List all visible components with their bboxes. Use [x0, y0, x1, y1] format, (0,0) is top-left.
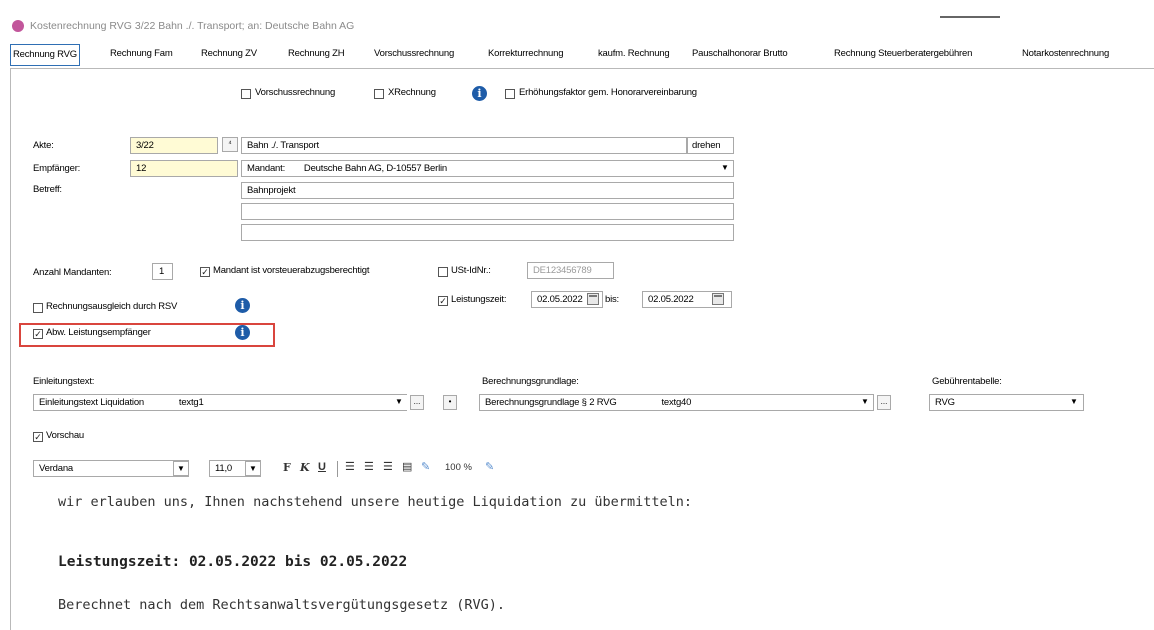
xrechnung-label: XRechnung [388, 87, 436, 98]
empfaenger-input[interactable]: 12 [130, 160, 238, 177]
empfaenger-role: Mandant: [247, 163, 286, 174]
betreff-line-2[interactable] [241, 203, 734, 220]
calendar-to-icon[interactable] [712, 293, 724, 305]
eyedropper-icon[interactable]: ✎ [485, 460, 494, 473]
erhoehungsfaktor-label: Erhöhungsfaktor gem. Honorarvereinbarung [519, 87, 697, 98]
vorschussrechnung-label: Vorschussrechnung [255, 87, 336, 98]
akte-name-field: Bahn ./. Transport [241, 137, 687, 154]
app-icon [12, 20, 24, 32]
berechnungsgrundlage-label: Berechnungsgrundlage: [482, 376, 579, 387]
betreff-label: Betreff: [33, 184, 62, 195]
vorsteuer-label: Mandant ist vorsteuerabzugsberechtigt [213, 265, 370, 276]
tab-bar: Rechnung RVG Rechnung Fam Rechnung ZV Re… [10, 44, 1154, 66]
leistungszeit-label: Leistungszeit: [451, 294, 507, 305]
rsv-checkbox[interactable] [33, 303, 43, 313]
highlight-pen-icon[interactable]: ✎ [421, 460, 430, 473]
ustid-input[interactable]: DE123456789 [527, 262, 614, 279]
anzahl-mandanten-input[interactable]: 1 [152, 263, 173, 280]
rsv-label: Rechnungsausgleich durch RSV [46, 301, 178, 312]
xrechnung-checkbox[interactable] [374, 89, 384, 99]
einleitungstext-code: textg1 [178, 397, 204, 408]
akte-label: Akte: [33, 140, 54, 151]
align-justify-icon[interactable]: ▤ [402, 460, 412, 473]
align-center-icon[interactable]: ☰ [364, 460, 374, 473]
tab-rechnung-rvg[interactable]: Rechnung RVG [10, 44, 80, 66]
chevron-down-icon[interactable]: ▼ [717, 161, 733, 176]
size-chevron-down-icon[interactable]: ▼ [245, 461, 261, 476]
tab-notarkostenrechnung[interactable]: Notarkostenrechnung [1020, 44, 1111, 64]
akte-lookup-button[interactable]: ⁴ [222, 137, 238, 152]
align-left-icon[interactable]: ☰ [345, 460, 355, 473]
bold-button[interactable]: F [283, 461, 291, 474]
panel-border-top [10, 68, 1154, 69]
zoom-value[interactable]: 100 % [445, 462, 472, 473]
berechnungsgrundlage-more-button[interactable]: ... [877, 395, 891, 410]
empfaenger-select[interactable]: Mandant: Deutsche Bahn AG, D-10557 Berli… [241, 160, 734, 177]
leistungszeit-checkbox[interactable]: ✓ [438, 296, 448, 306]
vorschussrechnung-checkbox[interactable] [241, 89, 251, 99]
drehen-button[interactable]: drehen [687, 137, 734, 154]
berechnungsgrundlage-chevron-down-icon[interactable]: ▼ [857, 395, 873, 410]
vorschau-checkbox[interactable]: ✓ [33, 432, 43, 442]
einleitungstext-select[interactable]: Einleitungstext Liquidation textg1 [33, 394, 407, 411]
editor-toolbar: Verdana ▼ 11,0 ▼ F K U ☰ ☰ ☰ ▤ ✎ 100 % ✎ [33, 458, 1154, 482]
empfaenger-address: Deutsche Bahn AG, D-10557 Berlin [303, 163, 447, 174]
betreff-line-3[interactable] [241, 224, 734, 241]
gebuehrentabelle-label: Gebührentabelle: [932, 376, 1002, 387]
editor-line-rvg: Berechnet nach dem Rechtsanwaltsvergütun… [58, 597, 506, 613]
toolbar-separator [337, 461, 338, 477]
akte-input[interactable]: 3/22 [130, 137, 218, 154]
xrechnung-info-icon[interactable]: i [472, 86, 487, 101]
berechnungsgrundlage-select[interactable]: Berechnungsgrundlage § 2 RVG textg40 [479, 394, 874, 411]
einleitungstext-new-button[interactable]: • [443, 395, 457, 410]
einleitungstext-chevron-down-icon[interactable]: ▼ [391, 395, 407, 410]
gebuehrentabelle-chevron-down-icon[interactable]: ▼ [1066, 395, 1082, 410]
tab-rechnung-fam[interactable]: Rechnung Fam [108, 44, 175, 64]
erhoehungsfaktor-checkbox[interactable] [505, 89, 515, 99]
tab-vorschussrechnung[interactable]: Vorschussrechnung [372, 44, 456, 64]
empfaenger-label: Empfänger: [33, 163, 81, 174]
berechnungsgrundlage-code: textg40 [661, 397, 692, 408]
tab-pauschalhonorar-brutto[interactable]: Pauschalhonorar Brutto [690, 44, 789, 64]
calendar-from-icon[interactable] [587, 293, 599, 305]
einleitungstext-value: Einleitungstext Liquidation [39, 397, 144, 408]
editor-line-leistungszeit: Leistungszeit: 02.05.2022 bis 02.05.2022 [58, 554, 408, 570]
leistungszeit-bis-label: bis: [605, 294, 619, 305]
editor-line-intro: wir erlauben uns, Ihnen nachstehend unse… [58, 494, 692, 510]
title-bar-accent [940, 16, 1000, 18]
vorschau-label: Vorschau [46, 430, 85, 441]
einleitungstext-label: Einleitungstext: [33, 376, 95, 387]
abw-leistungsempfaenger-checkbox[interactable]: ✓ [33, 329, 43, 339]
underline-button[interactable]: U [318, 461, 326, 473]
betreff-line-1[interactable]: Bahnprojekt [241, 182, 734, 199]
panel-border-left [10, 68, 11, 630]
title-bar: Kostenrechnung RVG 3/22 Bahn ./. Transpo… [0, 0, 1154, 36]
gebuehrentabelle-select[interactable]: RVG [929, 394, 1084, 411]
tab-korrekturrechnung[interactable]: Korrekturrechnung [486, 44, 565, 64]
berechnungsgrundlage-value: Berechnungsgrundlage § 2 RVG [485, 397, 617, 408]
einleitungstext-more-button[interactable]: ... [410, 395, 424, 410]
tab-kaufm-rechnung[interactable]: kaufm. Rechnung [596, 44, 671, 64]
tab-rechnung-zv[interactable]: Rechnung ZV [199, 44, 259, 64]
anzahl-mandanten-label: Anzahl Mandanten: [33, 267, 112, 278]
rsv-info-icon[interactable]: i [235, 298, 250, 313]
tab-rechnung-steuerberatergebuehren[interactable]: Rechnung Steuerberatergebühren [832, 44, 974, 64]
abw-leistungsempfaenger-info-icon[interactable]: i [235, 325, 250, 340]
font-family-select[interactable]: Verdana [33, 460, 189, 477]
ustid-checkbox[interactable] [438, 267, 448, 277]
italic-button[interactable]: K [300, 461, 310, 474]
abw-leistungsempfaenger-label: Abw. Leistungsempfänger [46, 327, 151, 338]
align-right-icon[interactable]: ☰ [383, 460, 393, 473]
tab-rechnung-zh[interactable]: Rechnung ZH [286, 44, 346, 64]
vorsteuer-checkbox[interactable]: ✓ [200, 267, 210, 277]
window-title: Kostenrechnung RVG 3/22 Bahn ./. Transpo… [30, 20, 355, 32]
ustid-label: USt-IdNr.: [451, 265, 491, 276]
font-chevron-down-icon[interactable]: ▼ [173, 461, 189, 476]
